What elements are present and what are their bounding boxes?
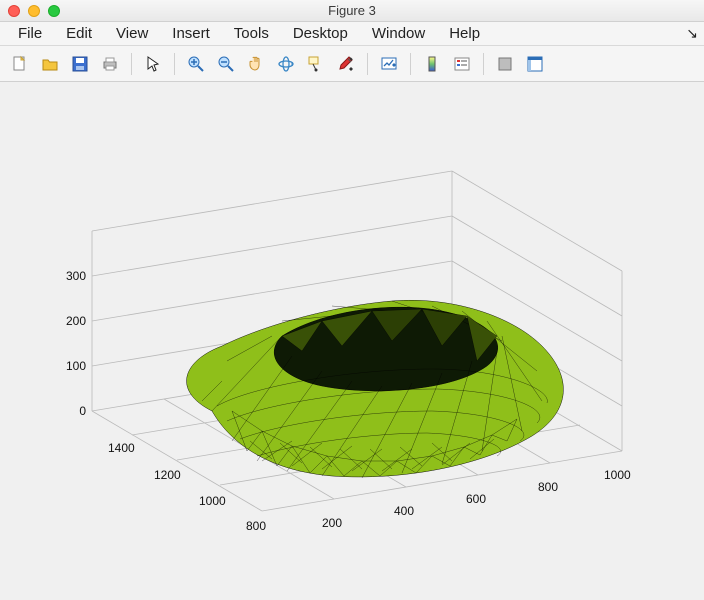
menu-edit[interactable]: Edit xyxy=(54,22,104,45)
x-tick-1000: 1000 xyxy=(199,494,226,508)
save-button[interactable] xyxy=(66,50,94,78)
axes-3d-canvas xyxy=(32,111,672,571)
insert-colorbar-icon xyxy=(423,55,441,73)
menu-file[interactable]: File xyxy=(6,22,54,45)
insert-colorbar-button[interactable] xyxy=(418,50,446,78)
link-plot-icon xyxy=(380,55,398,73)
menu-help[interactable]: Help xyxy=(437,22,492,45)
toolbar-separator xyxy=(483,53,484,75)
rotate-3d-button[interactable] xyxy=(272,50,300,78)
rotate-3d-icon xyxy=(277,55,295,73)
toolbar-separator xyxy=(367,53,368,75)
y-tick-200: 200 xyxy=(322,516,342,530)
toolbar xyxy=(0,46,704,82)
toolbar-separator xyxy=(174,53,175,75)
zoom-in-button[interactable] xyxy=(182,50,210,78)
y-tick-600: 600 xyxy=(466,492,486,506)
menu-view[interactable]: View xyxy=(104,22,160,45)
new-figure-icon xyxy=(11,55,29,73)
data-cursor-button[interactable] xyxy=(302,50,330,78)
open-file-button[interactable] xyxy=(36,50,64,78)
x-tick-800: 800 xyxy=(246,519,266,533)
new-figure-button[interactable] xyxy=(6,50,34,78)
show-plot-tools-icon xyxy=(526,55,544,73)
menu-desktop[interactable]: Desktop xyxy=(281,22,360,45)
menu-insert[interactable]: Insert xyxy=(160,22,222,45)
y-tick-800: 800 xyxy=(538,480,558,494)
menu-overflow-icon[interactable]: ↘ xyxy=(686,25,698,42)
zoom-out-button[interactable] xyxy=(212,50,240,78)
zoom-in-icon xyxy=(187,55,205,73)
pointer-button[interactable] xyxy=(139,50,167,78)
insert-legend-button[interactable] xyxy=(448,50,476,78)
pan-icon xyxy=(247,55,265,73)
open-file-icon xyxy=(41,55,59,73)
insert-legend-icon xyxy=(453,55,471,73)
menu-window[interactable]: Window xyxy=(360,22,437,45)
hide-plot-tools-button[interactable] xyxy=(491,50,519,78)
window-title: Figure 3 xyxy=(0,3,704,18)
z-tick-100: 100 xyxy=(56,359,86,373)
y-tick-1000: 1000 xyxy=(604,468,631,482)
brush-icon xyxy=(337,55,355,73)
hide-plot-tools-icon xyxy=(496,55,514,73)
save-icon xyxy=(71,55,89,73)
toolbar-separator xyxy=(131,53,132,75)
z-tick-200: 200 xyxy=(56,314,86,328)
surface-mesh xyxy=(187,300,564,478)
menu-bar: File Edit View Insert Tools Desktop Wind… xyxy=(0,22,704,46)
z-tick-0: 0 xyxy=(62,404,86,418)
x-tick-1400: 1400 xyxy=(108,441,135,455)
z-tick-300: 300 xyxy=(56,269,86,283)
axes-3d[interactable]: 0 100 200 300 1400 1200 1000 800 200 400… xyxy=(32,111,672,571)
pointer-icon xyxy=(144,55,162,73)
zoom-out-icon xyxy=(217,55,235,73)
print-icon xyxy=(101,55,119,73)
show-plot-tools-button[interactable] xyxy=(521,50,549,78)
window-title-bar: Figure 3 xyxy=(0,0,704,22)
print-button[interactable] xyxy=(96,50,124,78)
pan-button[interactable] xyxy=(242,50,270,78)
toolbar-separator xyxy=(410,53,411,75)
y-tick-400: 400 xyxy=(394,504,414,518)
link-plot-button[interactable] xyxy=(375,50,403,78)
brush-button[interactable] xyxy=(332,50,360,78)
figure-area[interactable]: 0 100 200 300 1400 1200 1000 800 200 400… xyxy=(0,82,704,600)
x-tick-1200: 1200 xyxy=(154,468,181,482)
menu-tools[interactable]: Tools xyxy=(222,22,281,45)
data-cursor-icon xyxy=(307,55,325,73)
